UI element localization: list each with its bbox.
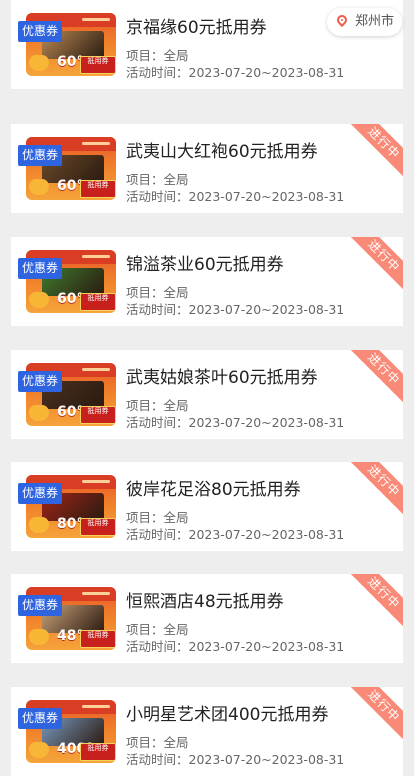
coupon-card[interactable]: 60° 抵用券 优惠券 锦溢茶业60元抵用券 项目：全局 活动时间：2023-07-20~… bbox=[11, 237, 403, 326]
heart-icon bbox=[29, 742, 49, 758]
coupon-card[interactable]: 80° 抵用券 优惠券 彼岸花足浴80元抵用券 项目：全局 活动时间：2023-07-20… bbox=[11, 462, 403, 551]
coupon-period: 活动时间：2023-07-20~2023-08-31 bbox=[126, 302, 345, 317]
coupon-period: 活动时间：2023-07-20~2023-08-31 bbox=[126, 752, 345, 767]
voucher-label: 抵用券 bbox=[80, 630, 116, 648]
coupon-card[interactable]: 48° 抵用券 优惠券 恒熙酒店48元抵用券 项目：全局 活动时间：2023-07-20~… bbox=[11, 574, 403, 663]
location-pin-icon bbox=[334, 12, 350, 28]
coupon-period: 活动时间：2023-07-20~2023-08-31 bbox=[126, 527, 345, 542]
status-ribbon: 进行中 bbox=[348, 350, 403, 405]
heart-icon bbox=[29, 517, 49, 533]
coupon-title: 锦溢茶业60元抵用券 bbox=[126, 255, 284, 275]
city-selector[interactable]: 郑州市 bbox=[327, 8, 402, 36]
coupon-badge: 优惠券 bbox=[18, 595, 62, 616]
coupon-card[interactable]: 60° 抵用券 优惠券 武夷山大红袍60元抵用券 项目：全局 活动时间：2023-07-2… bbox=[11, 124, 403, 213]
coupon-period: 活动时间：2023-07-20~2023-08-31 bbox=[126, 639, 345, 654]
coupon-title: 武夷姑娘茶叶60元抵用券 bbox=[126, 368, 318, 388]
voucher-label: 抵用券 bbox=[80, 180, 116, 198]
coupon-period: 活动时间：2023-07-20~2023-08-31 bbox=[126, 189, 345, 204]
status-ribbon: 进行中 bbox=[348, 462, 403, 517]
voucher-label: 抵用券 bbox=[80, 743, 116, 761]
heart-icon bbox=[29, 55, 49, 71]
coupon-title: 京福缘60元抵用券 bbox=[126, 18, 267, 38]
status-ribbon: 进行中 bbox=[348, 687, 403, 742]
coupon-card[interactable]: 60° 抵用券 优惠券 武夷姑娘茶叶60元抵用券 项目：全局 活动时间：2023-07-2… bbox=[11, 350, 403, 439]
coupon-badge: 优惠券 bbox=[18, 371, 62, 392]
coupon-title: 彼岸花足浴80元抵用券 bbox=[126, 480, 301, 500]
coupon-period: 活动时间：2023-07-20~2023-08-31 bbox=[126, 415, 345, 430]
city-name: 郑州市 bbox=[355, 14, 395, 29]
voucher-label: 抵用券 bbox=[80, 293, 116, 311]
coupon-period: 活动时间：2023-07-20~2023-08-31 bbox=[126, 65, 345, 80]
voucher-label: 抵用券 bbox=[80, 56, 116, 74]
status-ribbon: 进行中 bbox=[348, 574, 403, 629]
coupon-card[interactable]: 400° 抵用券 优惠券 小明星艺术团400元抵用券 项目：全局 活动时间：2023-07… bbox=[11, 687, 403, 776]
coupon-badge: 优惠券 bbox=[18, 483, 62, 504]
coupon-badge: 优惠券 bbox=[18, 708, 62, 729]
heart-icon bbox=[29, 292, 49, 308]
status-ribbon: 进行中 bbox=[348, 237, 403, 292]
coupon-title: 武夷山大红袍60元抵用券 bbox=[126, 142, 318, 162]
coupon-badge: 优惠券 bbox=[18, 145, 62, 166]
heart-icon bbox=[29, 179, 49, 195]
coupon-badge: 优惠券 bbox=[18, 21, 62, 42]
status-ribbon: 进行中 bbox=[348, 124, 403, 179]
voucher-label: 抵用券 bbox=[80, 406, 116, 424]
coupon-title: 小明星艺术团400元抵用券 bbox=[126, 705, 329, 725]
voucher-label: 抵用券 bbox=[80, 518, 116, 536]
coupon-title: 恒熙酒店48元抵用券 bbox=[126, 592, 284, 612]
heart-icon bbox=[29, 405, 49, 421]
coupon-badge: 优惠券 bbox=[18, 258, 62, 279]
heart-icon bbox=[29, 629, 49, 645]
